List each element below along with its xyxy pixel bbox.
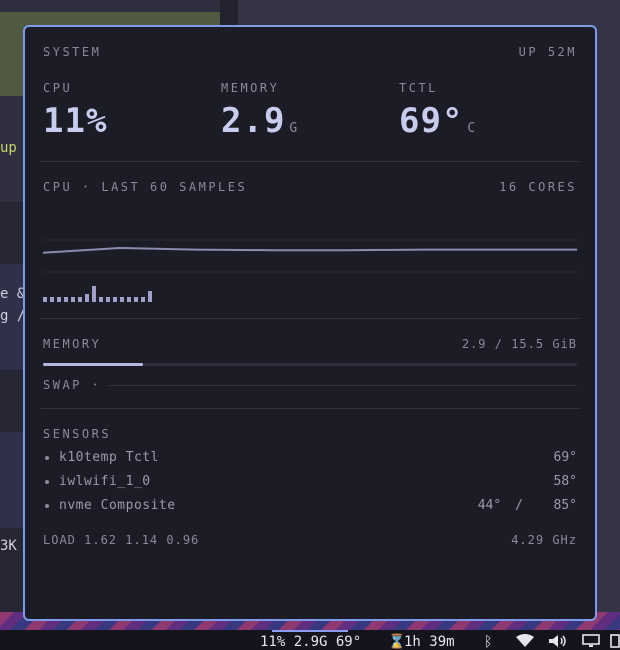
cpu-core-bar bbox=[57, 297, 61, 302]
sensor-max: 85° bbox=[553, 498, 577, 513]
sensor-row: iwlwifi_1_0 58° bbox=[43, 474, 577, 489]
stat-memory: MEMORY 2.9 G bbox=[221, 81, 399, 141]
memory-meter-fill bbox=[43, 363, 143, 366]
cpu-cores: 16 CORES bbox=[499, 180, 577, 194]
cpu-core-bar bbox=[134, 297, 138, 302]
cpu-section: CPU · LAST 60 SAMPLES 16 CORES bbox=[41, 161, 579, 302]
memory-meter bbox=[43, 363, 577, 366]
sensor-name: k10temp Tctl bbox=[59, 450, 159, 465]
stat-label: TCTL bbox=[399, 81, 438, 95]
memory-title: MEMORY bbox=[43, 337, 102, 351]
stat-tctl: TCTL 69° C bbox=[399, 81, 577, 141]
cpu-core-bar bbox=[43, 297, 47, 302]
status-system-module[interactable]: 11% 2.9G 69° bbox=[260, 634, 361, 650]
sensor-value: 44° bbox=[477, 498, 502, 513]
volume-icon[interactable] bbox=[548, 634, 568, 650]
cpu-core-bar bbox=[50, 297, 54, 302]
cpu-line bbox=[42, 246, 577, 254]
cpu-core-bar bbox=[141, 297, 145, 302]
popup-title: SYSTEM bbox=[43, 45, 102, 59]
memory-section: MEMORY 2.9 / 15.5 GiB SWAP · bbox=[41, 318, 579, 392]
stat-value: 2.9 G bbox=[221, 101, 299, 141]
divider bbox=[41, 318, 579, 319]
cpu-core-bar bbox=[113, 297, 117, 302]
cpu-core-bar bbox=[78, 297, 82, 302]
stat-label: MEMORY bbox=[221, 81, 280, 95]
cpu-core-bar bbox=[120, 297, 124, 302]
system-monitor-popup: SYSTEM UP 52M CPU 11% MEMORY 2.9 G TCTL 6… bbox=[23, 25, 597, 621]
bg-text: g / bbox=[0, 308, 26, 324]
sensor-value: 69° bbox=[553, 450, 577, 465]
stat-value: 11% bbox=[43, 101, 108, 141]
cpu-header: CPU · LAST 60 SAMPLES 16 CORES bbox=[43, 180, 577, 194]
divider bbox=[41, 408, 579, 409]
bg-text: 3K bbox=[0, 538, 17, 554]
swap-row: SWAP · bbox=[43, 378, 577, 392]
sensor-row: k10temp Tctl 69° bbox=[43, 450, 577, 465]
tray-icon[interactable] bbox=[610, 634, 620, 650]
sensor-value: 58° bbox=[553, 474, 577, 489]
cpu-core-bar bbox=[92, 286, 96, 302]
cpu-per-core-bars bbox=[43, 284, 577, 302]
status-timer[interactable]: 1h 39m bbox=[404, 634, 455, 650]
swap-label: SWAP · bbox=[43, 378, 102, 392]
cpu-core-bar bbox=[99, 297, 103, 302]
bullet-icon bbox=[45, 503, 49, 508]
cpu-core-bar bbox=[71, 297, 75, 302]
cpu-core-bar bbox=[148, 291, 152, 302]
wifi-icon[interactable] bbox=[516, 634, 534, 650]
stat-cpu: CPU 11% bbox=[43, 81, 221, 141]
stat-value: 69° C bbox=[399, 101, 477, 141]
cpu-core-bar bbox=[106, 297, 110, 302]
memory-header: MEMORY 2.9 / 15.5 GiB bbox=[43, 337, 577, 351]
load-average: LOAD 1.62 1.14 0.96 bbox=[43, 533, 200, 547]
cpu-graph-title: CPU · LAST 60 SAMPLES bbox=[43, 180, 248, 194]
uptime: UP 52M bbox=[518, 45, 577, 59]
cpu-frequency: 4.29 GHz bbox=[511, 533, 577, 547]
popup-header: SYSTEM UP 52M bbox=[43, 45, 577, 59]
cpu-core-bar bbox=[64, 297, 68, 302]
sensor-name: iwlwifi_1_0 bbox=[59, 474, 151, 489]
memory-usage: 2.9 / 15.5 GiB bbox=[461, 337, 577, 351]
stats-row: CPU 11% MEMORY 2.9 G TCTL 69° C bbox=[43, 81, 577, 141]
popup-footer: LOAD 1.62 1.14 0.96 4.29 GHz bbox=[43, 533, 577, 547]
status-active-underline bbox=[272, 630, 348, 632]
cpu-core-bar bbox=[127, 297, 131, 302]
hourglass-icon: ⌛ bbox=[388, 634, 406, 650]
cpu-line-graph bbox=[42, 239, 577, 273]
stat-label: CPU bbox=[43, 81, 73, 95]
monitor-icon[interactable] bbox=[582, 634, 600, 650]
sensors-title: SENSORS bbox=[43, 427, 112, 441]
sensor-row: nvme Composite 44° / 85° bbox=[43, 498, 577, 513]
swap-meter bbox=[109, 384, 577, 386]
bg-text: e & bbox=[0, 286, 26, 302]
bullet-icon bbox=[45, 455, 49, 460]
divider bbox=[41, 161, 579, 162]
bullet-icon bbox=[45, 479, 49, 484]
bg-text: up bbox=[0, 140, 17, 156]
sensors-header: SENSORS bbox=[43, 427, 577, 441]
bluetooth-icon[interactable]: ᛒ bbox=[484, 634, 492, 650]
sensor-separator: / bbox=[515, 498, 523, 513]
cpu-core-bar bbox=[85, 294, 89, 302]
sensor-name: nvme Composite bbox=[59, 498, 176, 513]
sensors-section: SENSORS k10temp Tctl 69° iwlwifi_1_0 58°… bbox=[41, 408, 579, 513]
